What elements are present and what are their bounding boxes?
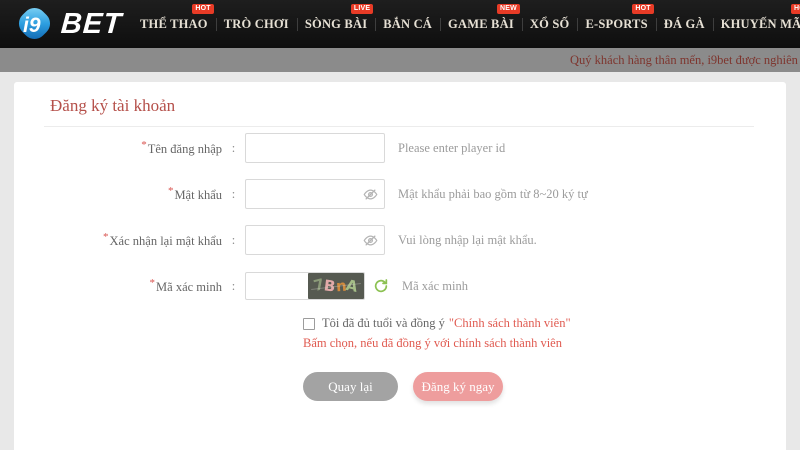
ticker-text: Quý khách hàng thân mến, i9bet được nghi…	[570, 48, 800, 72]
eye-toggle-icon[interactable]	[363, 187, 378, 202]
captcha-image: 7 B n A	[308, 273, 364, 299]
required-asterisk: *	[103, 231, 109, 243]
title-divider	[44, 126, 754, 127]
registration-panel: Đăng ký tài khoản *Tên đăng nhập : Pleas…	[14, 82, 786, 450]
nav-item-the-thao[interactable]: THỂ THAO HOT	[132, 0, 216, 48]
required-asterisk: *	[150, 277, 156, 289]
agreement-line: Tôi đã đủ tuổi và đồng ý "Chính sách thà…	[303, 316, 786, 331]
logo-suffix-text: BET	[60, 8, 123, 41]
top-navbar: i9 BET THỂ THAO HOT TRÒ CHƠI SÒNG BÀI LI…	[0, 0, 800, 48]
form-actions: Quay lại Đăng ký ngay	[303, 372, 786, 401]
confirm-password-hint: Vui lòng nhập lại mật khẩu.	[398, 233, 537, 248]
register-button[interactable]: Đăng ký ngay	[413, 372, 503, 401]
username-label: Tên đăng nhập	[148, 142, 222, 156]
nav-item-da-ga[interactable]: ĐÁ GÀ	[656, 0, 713, 48]
page-title: Đăng ký tài khoản	[50, 96, 786, 116]
captcha-field: 7 B n A	[245, 272, 365, 300]
agreement-note: Bấm chọn, nếu đã đồng ý với chính sách t…	[303, 336, 786, 351]
username-hint: Please enter player id	[398, 141, 505, 156]
captcha-refresh-button[interactable]	[373, 278, 389, 294]
nav-item-esports[interactable]: E-SPORTS HOT	[577, 0, 655, 48]
back-button[interactable]: Quay lại	[303, 372, 398, 401]
gem-icon: i9	[13, 3, 59, 45]
nav-item-game-bai[interactable]: GAME BÀI NEW	[440, 0, 522, 48]
nav-item-tro-choi[interactable]: TRÒ CHƠI	[216, 0, 297, 48]
required-asterisk: *	[141, 139, 147, 151]
nav-item-ban-ca[interactable]: BẮN CÁ	[375, 0, 440, 48]
nav-item-xo-so[interactable]: XỔ SỐ	[522, 0, 578, 48]
captcha-input[interactable]	[246, 274, 308, 298]
agreement-label: Tôi đã đủ tuổi và đồng ý	[322, 316, 445, 331]
agreement-checkbox[interactable]	[303, 318, 315, 330]
logo-prefix-text: i9	[23, 14, 41, 37]
eye-toggle-icon[interactable]	[363, 233, 378, 248]
password-label: Mật khẩu	[174, 188, 222, 202]
username-row: *Tên đăng nhập : Please enter player id	[14, 133, 786, 163]
username-input[interactable]	[245, 133, 385, 163]
refresh-icon	[373, 278, 389, 294]
password-hint: Mật khẩu phải bao gồm từ 8~20 ký tự	[398, 187, 588, 202]
captcha-row: *Mã xác minh : 7 B n A	[14, 271, 786, 301]
new-badge: NEW	[497, 4, 520, 14]
captcha-label: Mã xác minh	[156, 280, 222, 294]
registration-form: *Tên đăng nhập : Please enter player id …	[14, 133, 786, 401]
announcement-ticker: Quý khách hàng thân mến, i9bet được nghi…	[0, 48, 800, 72]
confirm-password-label: Xác nhận lại mật khẩu	[110, 234, 222, 248]
captcha-hint: Mã xác minh	[402, 279, 468, 294]
hot-badge: HOT	[632, 4, 653, 14]
required-asterisk: *	[168, 185, 174, 197]
live-badge: LIVE	[351, 4, 373, 14]
nav-item-song-bai[interactable]: SÒNG BÀI LIVE	[297, 0, 375, 48]
nav-item-khuyen-mai[interactable]: KHUYẾN MÃI HOT	[713, 0, 800, 48]
password-row: *Mật khẩu : Mật khẩu phải bao gồm từ 8~2…	[14, 179, 786, 209]
confirm-password-row: *Xác nhận lại mật khẩu : Vui lòng nhập l…	[14, 225, 786, 255]
policy-link[interactable]: "Chính sách thành viên"	[449, 316, 571, 331]
hot-badge: HOT	[192, 4, 213, 14]
brand-logo[interactable]: i9 BET	[0, 3, 122, 45]
main-menu: THỂ THAO HOT TRÒ CHƠI SÒNG BÀI LIVE BẮN …	[132, 0, 800, 48]
hot-badge: HOT	[791, 4, 800, 14]
